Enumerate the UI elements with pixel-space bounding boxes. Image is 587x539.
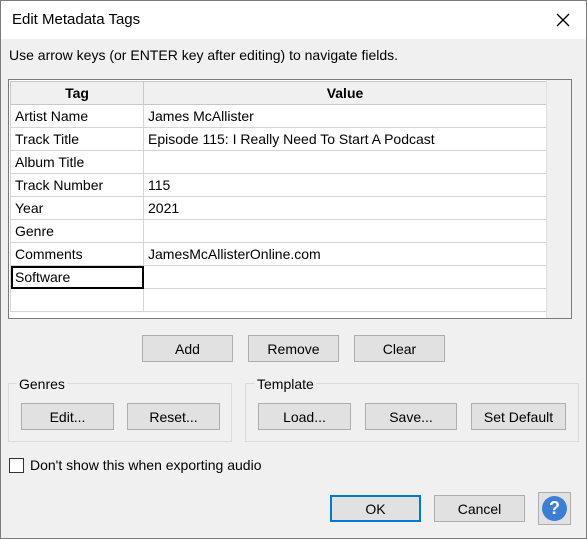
- template-load-button[interactable]: Load...: [258, 403, 351, 430]
- column-header-value[interactable]: Value: [143, 81, 547, 105]
- value-cell[interactable]: 2021: [143, 196, 547, 220]
- genres-reset-button[interactable]: Reset...: [127, 403, 220, 430]
- table-row[interactable]: Genre: [10, 219, 547, 243]
- value-cell[interactable]: [143, 288, 547, 312]
- add-button[interactable]: Add: [142, 335, 233, 362]
- metadata-table: Tag Value Artist Name James McAllister T…: [10, 81, 547, 312]
- clear-button[interactable]: Clear: [354, 335, 445, 362]
- tag-cell[interactable]: Year: [10, 196, 144, 220]
- metadata-dialog: Edit Metadata Tags Use arrow keys (or EN…: [0, 0, 587, 539]
- template-group-label: Template: [255, 376, 316, 392]
- table-row[interactable]: Comments JamesMcAllisterOnline.com: [10, 242, 547, 266]
- template-set-default-button[interactable]: Set Default: [471, 403, 566, 430]
- help-icon: ?: [542, 496, 567, 521]
- grid-scrollbar[interactable]: [546, 80, 571, 318]
- close-button[interactable]: [540, 1, 586, 39]
- column-header-tag[interactable]: Tag: [10, 81, 144, 105]
- tag-cell[interactable]: Album Title: [10, 150, 144, 174]
- value-cell[interactable]: [143, 150, 547, 174]
- dont-show-checkbox-row[interactable]: Don't show this when exporting audio: [9, 457, 261, 473]
- value-cell[interactable]: James McAllister: [143, 104, 547, 128]
- value-cell[interactable]: [143, 265, 547, 289]
- table-header: Tag Value: [10, 81, 547, 105]
- table-row-selected[interactable]: Software: [10, 265, 547, 289]
- close-icon: [556, 13, 570, 27]
- table-row[interactable]: Artist Name James McAllister: [10, 104, 547, 128]
- value-cell[interactable]: 115: [143, 173, 547, 197]
- tag-cell[interactable]: Artist Name: [10, 104, 144, 128]
- table-row[interactable]: Year 2021: [10, 196, 547, 220]
- value-cell[interactable]: Episode 115: I Really Need To Start A Po…: [143, 127, 547, 151]
- instructions-text: Use arrow keys (or ENTER key after editi…: [9, 47, 399, 63]
- dont-show-checkbox-label[interactable]: Don't show this when exporting audio: [30, 457, 261, 473]
- table-row[interactable]: Track Title Episode 115: I Really Need T…: [10, 127, 547, 151]
- table-row[interactable]: Album Title: [10, 150, 547, 174]
- dialog-title: Edit Metadata Tags: [12, 11, 141, 28]
- title-bar: Edit Metadata Tags: [1, 1, 586, 39]
- ok-button[interactable]: OK: [330, 495, 421, 522]
- genres-group-label: Genres: [17, 376, 67, 392]
- tag-cell[interactable]: Track Title: [10, 127, 144, 151]
- help-button[interactable]: ?: [538, 492, 571, 525]
- tag-cell[interactable]: [10, 288, 144, 312]
- dont-show-checkbox[interactable]: [9, 457, 24, 473]
- table-row[interactable]: Track Number 115: [10, 173, 547, 197]
- value-cell[interactable]: [143, 219, 547, 243]
- value-cell[interactable]: JamesMcAllisterOnline.com: [143, 242, 547, 266]
- tag-cell[interactable]: Comments: [10, 242, 144, 266]
- table-row[interactable]: [10, 288, 547, 312]
- tag-cell[interactable]: Genre: [10, 219, 144, 243]
- tag-cell-selected[interactable]: Software: [10, 265, 144, 289]
- cancel-button[interactable]: Cancel: [434, 495, 525, 522]
- tag-cell[interactable]: Track Number: [10, 173, 144, 197]
- genres-edit-button[interactable]: Edit...: [21, 403, 114, 430]
- metadata-grid[interactable]: Tag Value Artist Name James McAllister T…: [8, 79, 572, 319]
- remove-button[interactable]: Remove: [248, 335, 339, 362]
- template-save-button[interactable]: Save...: [365, 403, 457, 430]
